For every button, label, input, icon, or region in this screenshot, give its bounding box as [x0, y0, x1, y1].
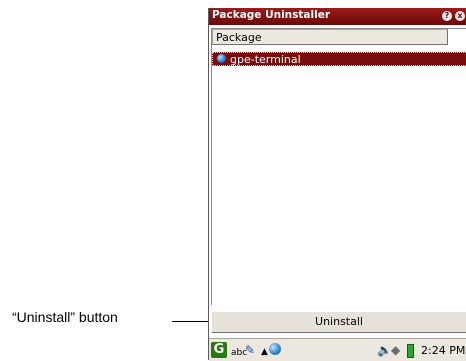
battery-icon[interactable] [407, 344, 414, 358]
list-item-label: gpe-terminal [230, 53, 301, 66]
pda-screen: Package Uninstaller ? x Package gpe-term… [208, 8, 466, 361]
column-header-label: Package [216, 31, 262, 44]
help-icon[interactable]: ? [442, 11, 452, 21]
pencil-icon[interactable]: ✎ [245, 343, 255, 357]
list-item[interactable]: gpe-terminal [212, 52, 466, 66]
callout-label: “Uninstall” button [12, 309, 118, 325]
network-icon[interactable]: ◆ [391, 343, 400, 357]
window-title: Package Uninstaller [212, 9, 331, 21]
speaker-icon[interactable]: 🔈 [377, 343, 392, 357]
window-titlebar: Package Uninstaller ? x [209, 8, 466, 25]
uninstall-button[interactable]: Uninstall [211, 311, 466, 333]
launcher-icon[interactable]: G [211, 342, 227, 358]
package-globe-icon [217, 54, 226, 63]
callout-pointer-line [172, 321, 210, 322]
package-list[interactable]: Package gpe-terminal [211, 28, 466, 305]
globe-icon[interactable] [269, 343, 281, 355]
taskbar: G abc ✎ ▲ 🔈 ◆ 2:24 PM [209, 338, 466, 361]
column-header-package[interactable]: Package [212, 29, 448, 45]
clock[interactable]: 2:24 PM [421, 344, 465, 358]
arrow-up-icon[interactable]: ▲ [261, 345, 268, 359]
close-icon[interactable]: x [455, 11, 465, 21]
